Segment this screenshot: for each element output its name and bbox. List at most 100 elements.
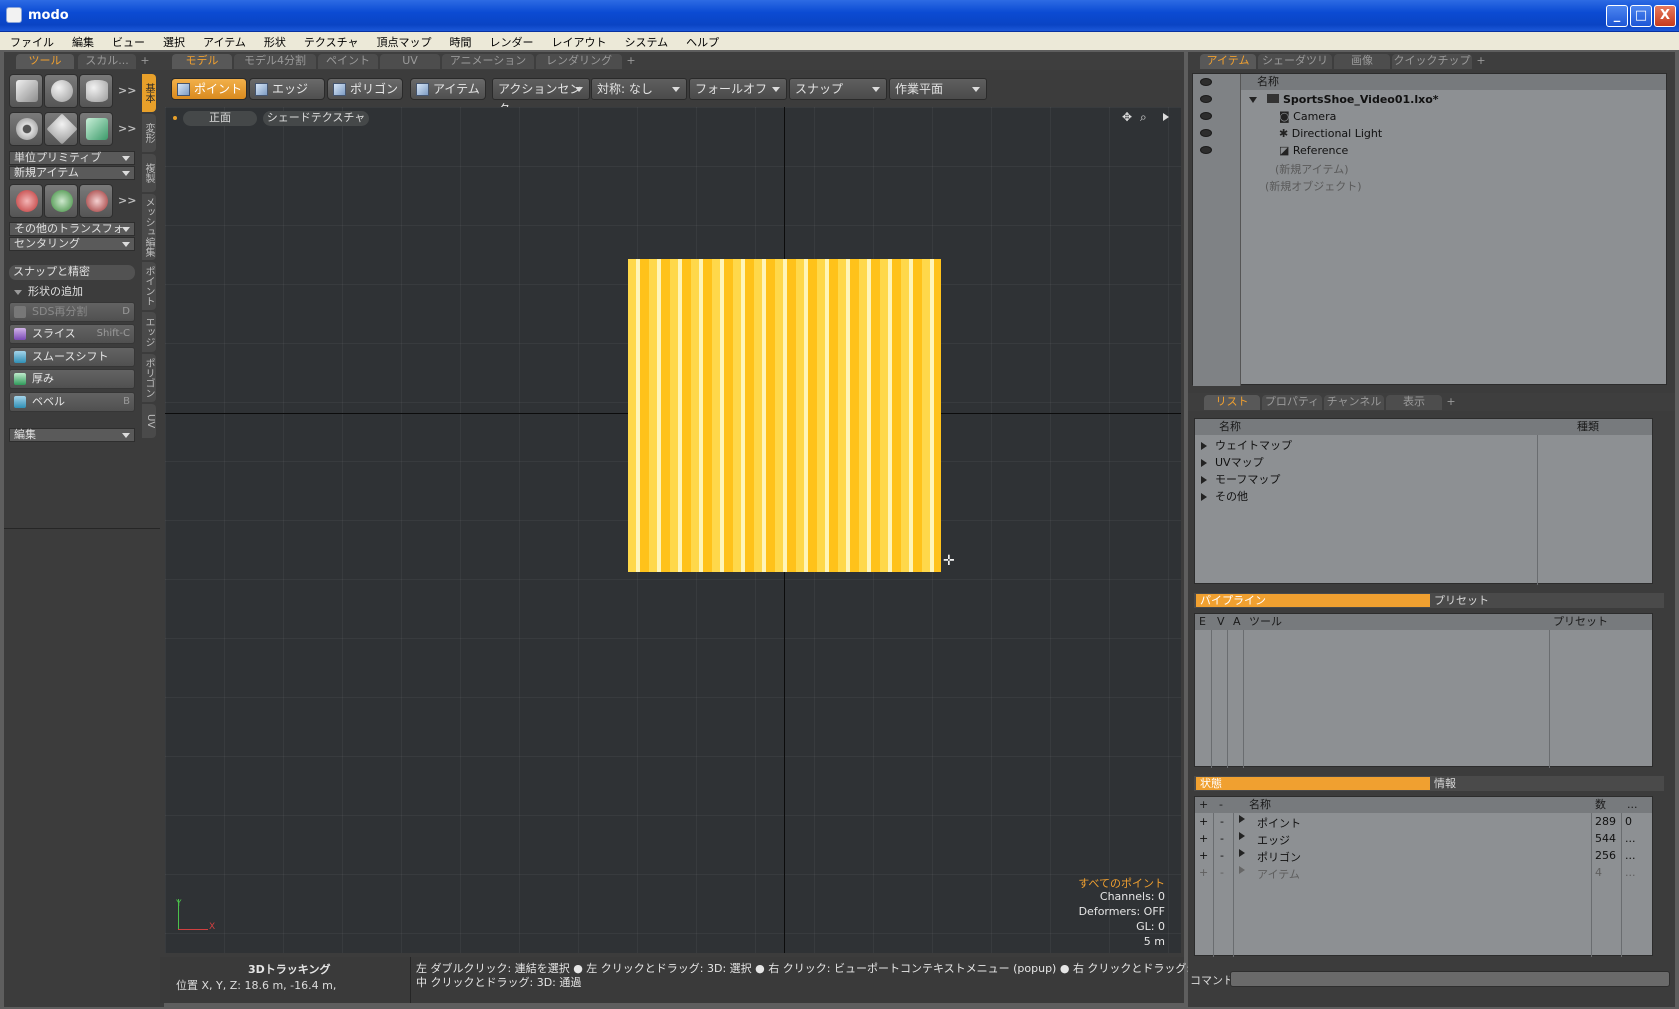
- vtab-polygon[interactable]: ポリゴン: [142, 354, 156, 402]
- remove-selection-button[interactable]: -: [1220, 815, 1224, 828]
- thicken-button[interactable]: 厚み: [9, 369, 135, 389]
- other-transform-dropdown[interactable]: その他のトランスフォ ...: [9, 222, 135, 247]
- menu-geometry[interactable]: 形状: [254, 32, 294, 50]
- app-icon[interactable]: [6, 7, 22, 23]
- star-primitive-button[interactable]: [44, 112, 78, 146]
- falloff-dropdown[interactable]: フォールオフ: [689, 78, 787, 100]
- tab-sculpt[interactable]: スカル...: [78, 54, 136, 69]
- remove-selection-button[interactable]: -: [1220, 849, 1224, 862]
- add-selection-button[interactable]: +: [1199, 849, 1208, 862]
- item-list[interactable]: 名称 SportsShoe_Video01.lxo* ◙ Camera ✱ Di…: [1192, 73, 1667, 386]
- tab-model-4[interactable]: モデル4分割: [234, 54, 316, 69]
- vtab-duplicate[interactable]: 複製: [142, 154, 156, 192]
- stat-row-polygons[interactable]: + - ポリゴン 256 ...: [1195, 849, 1654, 865]
- pan-icon[interactable]: ✥: [1122, 111, 1134, 123]
- pipeline-list[interactable]: E V A ツール プリセット: [1194, 613, 1653, 768]
- tab-images[interactable]: 画像: [1334, 54, 1390, 69]
- vtab-point[interactable]: ポイント: [142, 262, 156, 310]
- eye-icon[interactable]: [1200, 112, 1212, 120]
- new-object-row[interactable]: (新規オブジェクト): [1265, 178, 1362, 194]
- symmetry-dropdown[interactable]: 対称: なし: [591, 78, 687, 100]
- item-mode-button[interactable]: アイテム: [410, 78, 486, 100]
- eye-icon[interactable]: [1200, 78, 1212, 86]
- textured-plane[interactable]: [628, 259, 941, 572]
- tab-quick-tips[interactable]: クイックチップ: [1392, 54, 1472, 69]
- eye-icon[interactable]: [1200, 95, 1212, 103]
- menu-edit[interactable]: 編集: [62, 32, 102, 50]
- list-item-morph-map[interactable]: モーフマップ: [1201, 471, 1280, 487]
- point-mode-button[interactable]: ポイント: [171, 78, 247, 100]
- sphere-primitive-button[interactable]: [44, 74, 78, 108]
- stat-row-points[interactable]: + - ポイント 289 0: [1195, 815, 1654, 831]
- tab-shader-tree[interactable]: シェーダツリー: [1258, 54, 1332, 81]
- menu-item[interactable]: アイテム: [193, 32, 254, 50]
- cube-primitive-button[interactable]: [9, 74, 43, 108]
- tab-preset[interactable]: プリセット: [1434, 594, 1489, 607]
- unit-primitive-dropdown[interactable]: 単位プリミティブ: [9, 151, 135, 165]
- tab-pipeline[interactable]: パイプライン: [1196, 594, 1430, 607]
- expand-icon[interactable]: [1239, 849, 1245, 857]
- action-center-dropdown[interactable]: アクションセンター: [492, 78, 590, 116]
- tab-channels[interactable]: チャンネル: [1324, 395, 1384, 410]
- tab-paint[interactable]: ペイント: [318, 54, 378, 69]
- expand-icon[interactable]: [1239, 866, 1245, 874]
- tab-list[interactable]: リスト: [1204, 395, 1260, 410]
- expand-icon[interactable]: [1239, 815, 1245, 823]
- sds-subdivide-button[interactable]: SDS再分割 D: [9, 302, 135, 322]
- menu-layout[interactable]: レイアウト: [541, 32, 614, 50]
- tab-rendering[interactable]: レンダリング: [536, 54, 622, 69]
- slice-button[interactable]: スライス Shift-C: [9, 324, 135, 344]
- add-selection-button[interactable]: +: [1199, 866, 1208, 879]
- new-item-row[interactable]: (新規アイテム): [1275, 161, 1348, 177]
- menu-vertex-map[interactable]: 頂点マップ: [366, 32, 439, 50]
- more-primitives-button[interactable]: >>: [118, 84, 136, 97]
- cylinder-primitive-button[interactable]: [79, 74, 113, 108]
- view-type-button[interactable]: 正面: [183, 111, 257, 126]
- snap-dropdown[interactable]: スナップ: [789, 78, 887, 100]
- tab-add[interactable]: +: [138, 54, 152, 69]
- torus-primitive-button[interactable]: [9, 112, 43, 146]
- vertex-map-list[interactable]: 名称 種類 ウェイトマップ UVマップ モーフマップ その他: [1194, 418, 1653, 585]
- remove-selection-button[interactable]: -: [1220, 866, 1224, 879]
- bevel-button[interactable]: ベベル B: [9, 392, 135, 412]
- edge-mode-button[interactable]: エッジ: [249, 78, 325, 100]
- light-row[interactable]: ✱ Directional Light: [1279, 127, 1382, 140]
- tab-tool[interactable]: ツール: [16, 54, 74, 69]
- vtab-uv[interactable]: UV: [142, 404, 156, 438]
- stat-row-edges[interactable]: + - エッジ 544 ...: [1195, 832, 1654, 848]
- new-item-dropdown[interactable]: 新規アイテム: [9, 166, 135, 180]
- tab-add-main[interactable]: +: [624, 54, 638, 69]
- polygon-mode-button[interactable]: ポリゴン: [327, 78, 403, 100]
- more-transforms-button[interactable]: >>: [118, 194, 136, 207]
- menu-view[interactable]: ビュー: [102, 32, 153, 50]
- tab-state[interactable]: 状態: [1196, 777, 1430, 790]
- menu-render[interactable]: レンダー: [479, 32, 541, 50]
- text-primitive-button[interactable]: [79, 112, 113, 146]
- tab-animation[interactable]: アニメーション: [442, 54, 534, 69]
- 3d-viewport[interactable]: 正面 シェードテクスチャ ✥ ⌕ ✛ すべてのポイント Channels: 0 …: [165, 107, 1181, 953]
- tab-properties[interactable]: プロパティ: [1262, 395, 1322, 410]
- eye-icon[interactable]: [1200, 146, 1212, 154]
- stat-row-items[interactable]: + - アイテム 4 ...: [1195, 866, 1654, 882]
- tab-add-right[interactable]: +: [1474, 54, 1488, 69]
- menu-help[interactable]: ヘルプ: [676, 32, 727, 50]
- menu-system[interactable]: システム: [614, 32, 676, 50]
- remove-selection-button[interactable]: -: [1220, 832, 1224, 845]
- smooth-shift-button[interactable]: スムースシフト: [9, 347, 135, 367]
- centering-dropdown[interactable]: センタリング: [9, 237, 135, 251]
- add-shape-header[interactable]: 形状の追加: [14, 283, 83, 299]
- vtab-edge[interactable]: エッジ: [142, 312, 156, 352]
- camera-row[interactable]: ◙ Camera: [1279, 110, 1336, 123]
- move-tool-button[interactable]: [9, 184, 43, 218]
- menu-file[interactable]: ファイル: [0, 32, 62, 50]
- tab-display[interactable]: 表示: [1386, 395, 1442, 410]
- tab-items[interactable]: アイテム: [1200, 54, 1256, 69]
- list-item-weight-map[interactable]: ウェイトマップ: [1201, 437, 1292, 453]
- zoom-icon[interactable]: ⌕: [1140, 111, 1152, 123]
- tab-model[interactable]: モデル: [172, 54, 232, 69]
- vtab-mesh-edit[interactable]: メッシュ編集: [142, 194, 156, 260]
- work-plane-dropdown[interactable]: 作業平面: [889, 78, 987, 100]
- viewport-menu-arrow-icon[interactable]: [1163, 113, 1169, 121]
- tab-add-mid[interactable]: +: [1444, 395, 1458, 410]
- menu-time[interactable]: 時間: [439, 32, 479, 50]
